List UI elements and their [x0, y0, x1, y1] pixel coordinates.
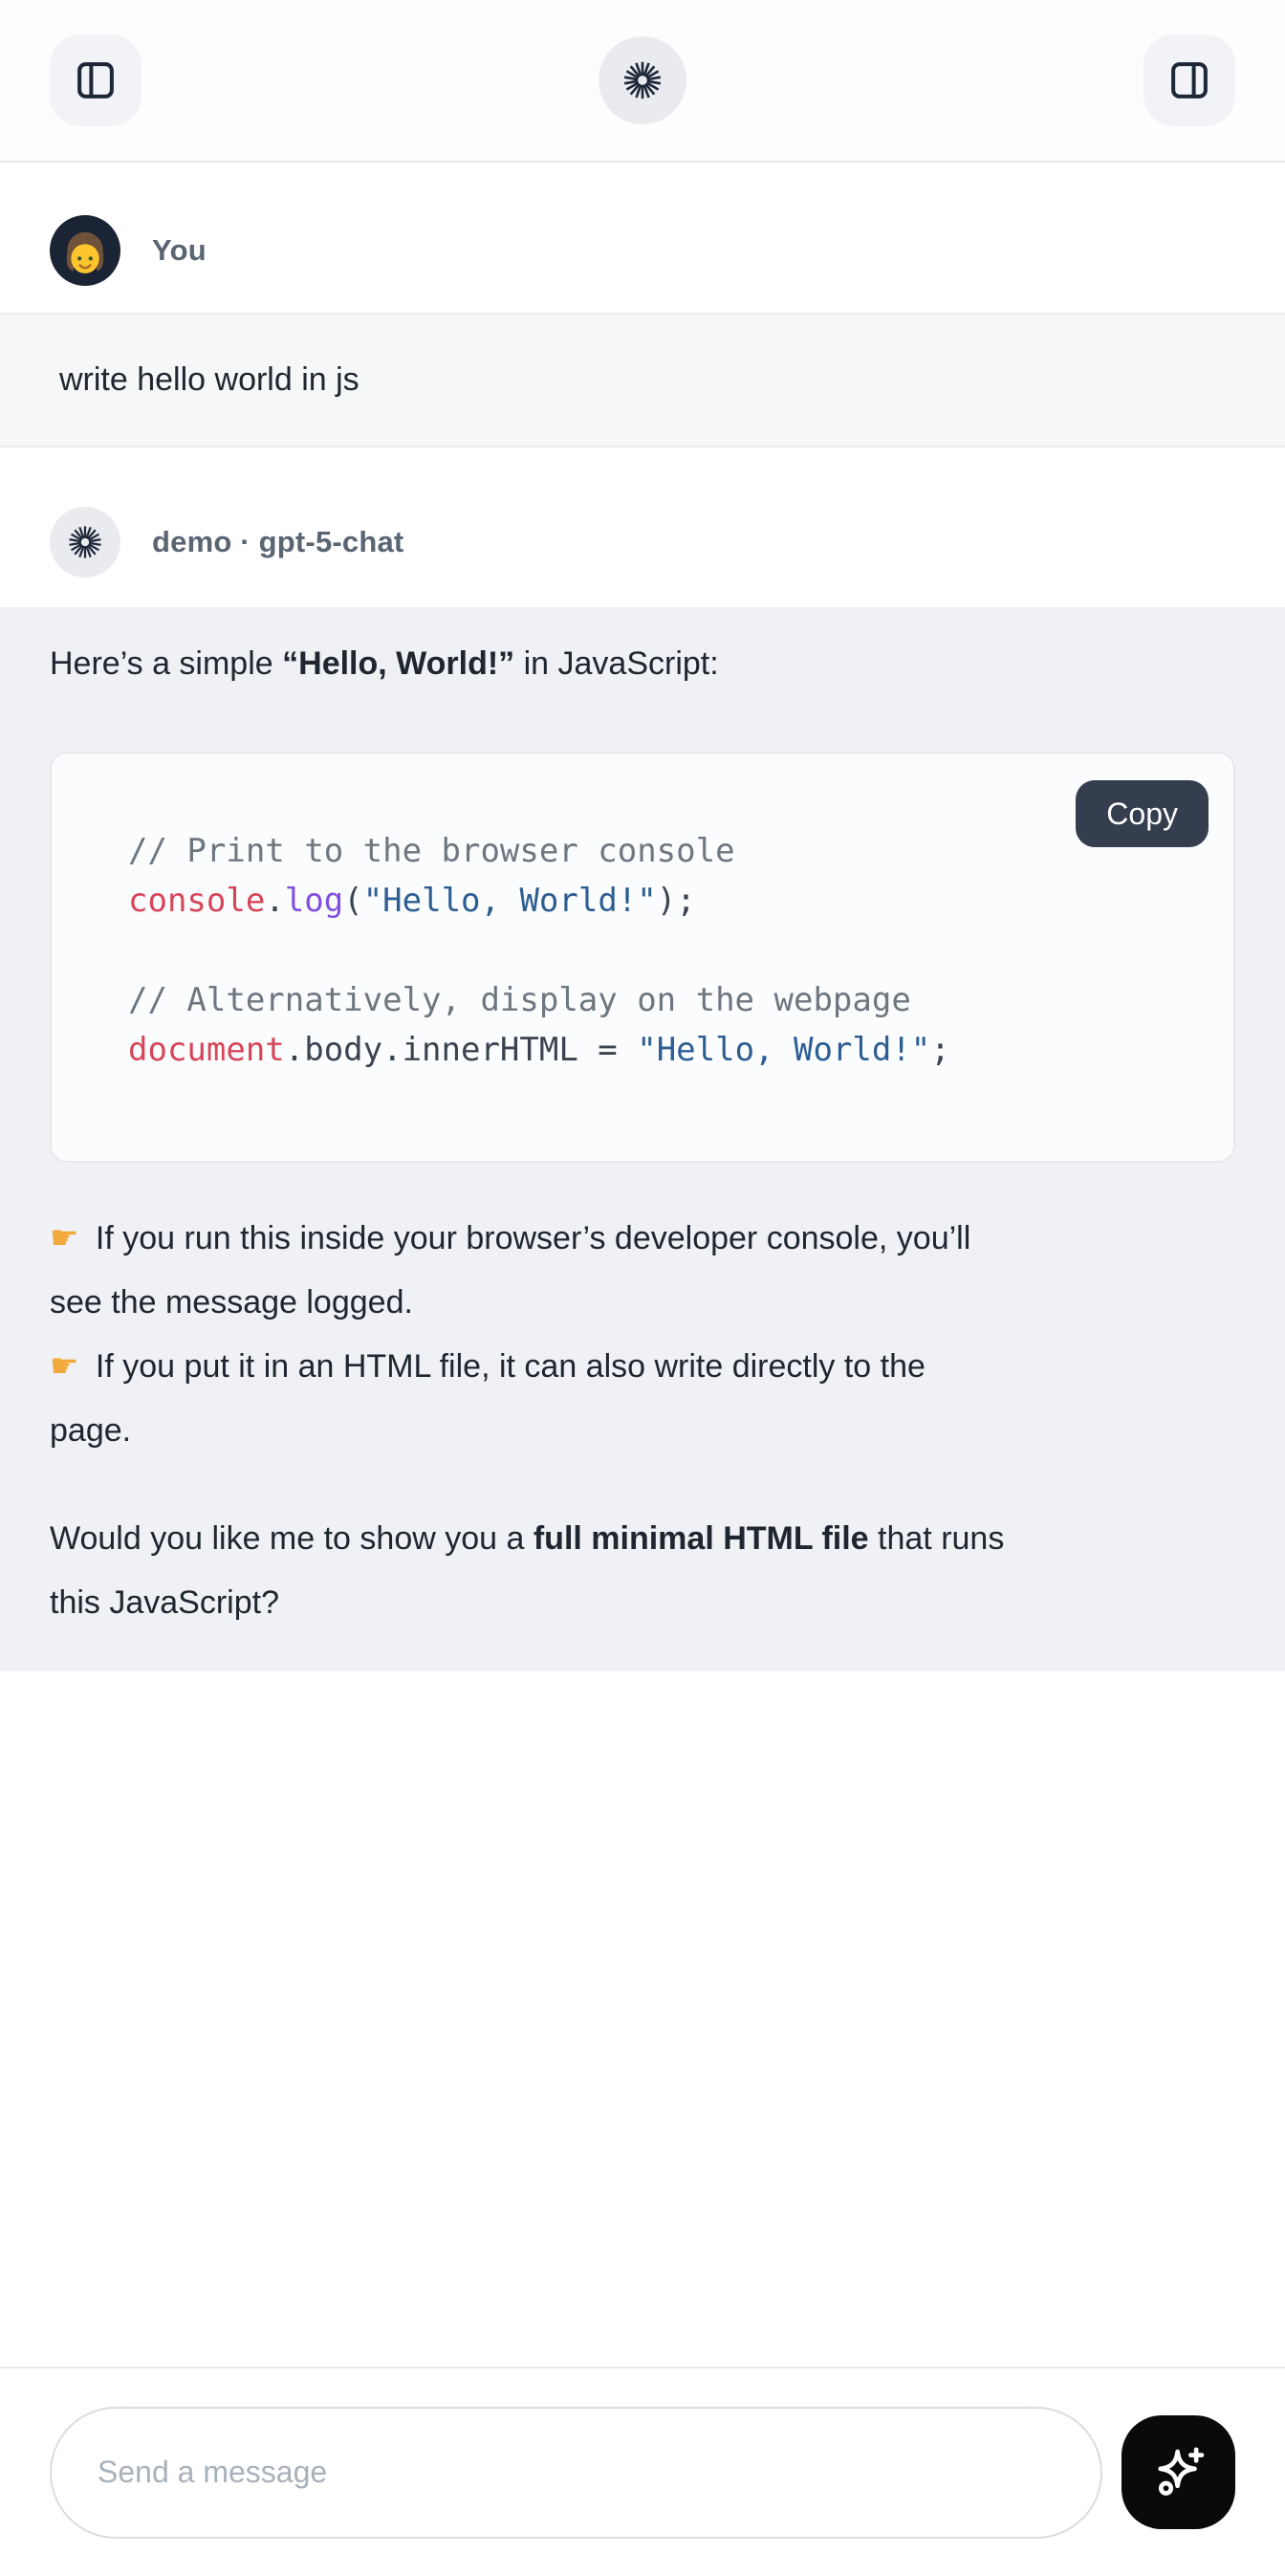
code-line: document.body.innerHTML = "Hello, World!…: [128, 1025, 1195, 1075]
assistant-tips-text: ☛ If you run this inside your browser’s …: [50, 1207, 1235, 1463]
code-line: console.log("Hello, World!");: [128, 876, 1195, 926]
starburst-logo-icon: [621, 58, 664, 102]
assistant-author-label: demo · gpt-5-chat: [152, 525, 403, 559]
code-line: // Print to the browser console: [128, 826, 1195, 876]
assistant-followup-text: Would you like me to show you a full min…: [50, 1507, 1235, 1635]
user-message-header: You: [0, 215, 1285, 286]
message-input[interactable]: [50, 2407, 1102, 2539]
person-emoji-icon: [54, 223, 116, 284]
user-message: write hello world in js: [0, 313, 1285, 448]
starburst-avatar-icon: [66, 523, 104, 561]
code-line: [128, 926, 1195, 975]
pointing-right-emoji: ☛: [50, 1347, 78, 1386]
panel-right-icon: [1167, 58, 1211, 102]
chat-app: You write hello world in js demo · gpt-5…: [0, 0, 1285, 2576]
conversation: You write hello world in js demo · gpt-5…: [0, 215, 1285, 1671]
copy-button[interactable]: Copy: [1076, 780, 1209, 847]
assistant-intro-text: Here’s a simple “Hello, World!” in JavaS…: [50, 632, 1235, 696]
panel-toggle-button[interactable]: [1143, 34, 1235, 126]
user-avatar: [50, 215, 120, 286]
panel-left-icon: [74, 58, 118, 102]
code-content: // Print to the browser consoleconsole.l…: [128, 826, 1195, 1075]
app-logo-button[interactable]: [599, 36, 686, 124]
assistant-message: Here’s a simple “Hello, World!” in JavaS…: [0, 607, 1285, 1671]
sparkle-icon: [1147, 2441, 1210, 2504]
composer: [0, 2367, 1285, 2576]
code-line: // Alternatively, display on the webpage: [128, 975, 1195, 1025]
sidebar-toggle-button[interactable]: [50, 34, 142, 126]
pointing-right-emoji: ☛: [50, 1219, 78, 1257]
code-block: Copy // Print to the browser consolecons…: [50, 752, 1235, 1163]
top-bar: [0, 0, 1285, 163]
assistant-avatar: [50, 507, 120, 578]
user-message-text: write hello world in js: [59, 361, 359, 398]
assistant-message-header: demo · gpt-5-chat: [0, 507, 1285, 578]
send-button[interactable]: [1122, 2415, 1235, 2529]
user-author-label: You: [152, 233, 207, 268]
